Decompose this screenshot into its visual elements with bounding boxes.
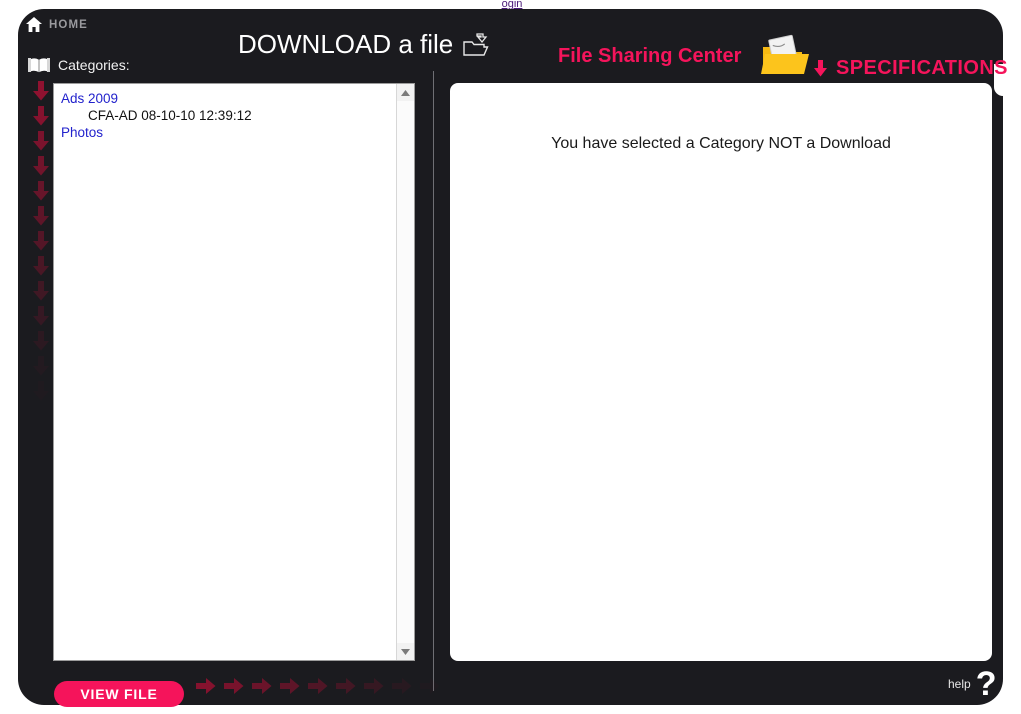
folder-upload-icon bbox=[463, 32, 489, 57]
categories-list: Ads 2009 CFA-AD 08-10-10 12:39:12 Photos bbox=[54, 84, 395, 660]
decor-right-arrow-icon bbox=[336, 677, 356, 695]
list-item-file[interactable]: CFA-AD 08-10-10 12:39:12 bbox=[61, 107, 395, 124]
app-shell: HOME DOWNLOAD a file File Sharing Center bbox=[18, 9, 1008, 707]
arrow-down-icon bbox=[813, 60, 828, 77]
list-item-category[interactable]: Ads 2009 bbox=[61, 90, 395, 107]
page-title-text: DOWNLOAD a file bbox=[238, 29, 454, 59]
panel-divider bbox=[433, 71, 434, 691]
decor-right-arrow-rail bbox=[196, 675, 440, 697]
help-label: help bbox=[948, 677, 971, 691]
yellow-folder-document-icon bbox=[755, 34, 813, 78]
decor-right-arrow-icon bbox=[420, 677, 440, 695]
decor-down-arrow-icon bbox=[32, 231, 50, 251]
decor-right-arrow-icon bbox=[252, 677, 272, 695]
house-icon bbox=[26, 17, 42, 32]
page-title: DOWNLOAD a file bbox=[238, 29, 489, 60]
list-scrollbar-track[interactable] bbox=[397, 101, 414, 643]
decor-down-arrow-icon bbox=[32, 106, 50, 126]
decor-down-arrow-icon bbox=[32, 381, 50, 401]
decor-right-arrow-icon bbox=[196, 677, 216, 695]
decor-down-arrow-icon bbox=[32, 281, 50, 301]
file-sharing-center-label: File Sharing Center bbox=[558, 44, 742, 67]
home-link[interactable]: HOME bbox=[26, 17, 88, 32]
file-sharing-center: File Sharing Center bbox=[558, 34, 813, 78]
decor-down-arrow-icon bbox=[32, 331, 50, 351]
decor-right-arrow-icon bbox=[392, 677, 412, 695]
home-label: HOME bbox=[49, 18, 88, 31]
categories-list-panel[interactable]: Ads 2009 CFA-AD 08-10-10 12:39:12 Photos bbox=[53, 83, 415, 661]
list-scrollbar[interactable] bbox=[396, 84, 414, 660]
decor-right-arrow-icon bbox=[224, 677, 244, 695]
content-message: You have selected a Category NOT a Downl… bbox=[551, 135, 891, 152]
open-book-icon bbox=[28, 57, 50, 73]
specifications-link[interactable]: SPECIFICATIONS bbox=[813, 57, 1008, 80]
decor-down-arrow-icon bbox=[32, 181, 50, 201]
decor-right-arrow-icon bbox=[280, 677, 300, 695]
view-file-button[interactable]: VIEW FILE bbox=[54, 681, 184, 707]
decor-down-arrow-icon bbox=[32, 356, 50, 376]
content-panel: You have selected a Category NOT a Downl… bbox=[450, 83, 992, 661]
help-link[interactable]: help ? bbox=[948, 665, 997, 703]
decor-down-arrow-icon bbox=[32, 131, 50, 151]
decor-down-arrow-icon bbox=[32, 81, 50, 101]
decor-right-arrow-icon bbox=[364, 677, 384, 695]
decor-down-arrow-icon bbox=[32, 156, 50, 176]
scroll-down-arrow-icon[interactable] bbox=[397, 643, 414, 660]
decor-down-arrow-icon bbox=[32, 256, 50, 276]
question-mark-icon: ? bbox=[975, 665, 997, 703]
top-login-link[interactable]: ogin bbox=[489, 0, 535, 9]
decor-down-arrow-icon bbox=[32, 306, 50, 326]
list-item-category[interactable]: Photos bbox=[61, 124, 395, 141]
categories-label: Categories: bbox=[58, 57, 130, 73]
download-a-file-page: ogin HOME DOWNLOAD a file File Sharing C… bbox=[0, 0, 1021, 714]
decor-right-arrow-icon bbox=[308, 677, 328, 695]
categories-header: Categories: bbox=[28, 57, 130, 73]
decor-down-arrow-icon bbox=[32, 206, 50, 226]
scroll-up-arrow-icon[interactable] bbox=[397, 84, 414, 101]
specifications-label: SPECIFICATIONS bbox=[836, 57, 1008, 79]
